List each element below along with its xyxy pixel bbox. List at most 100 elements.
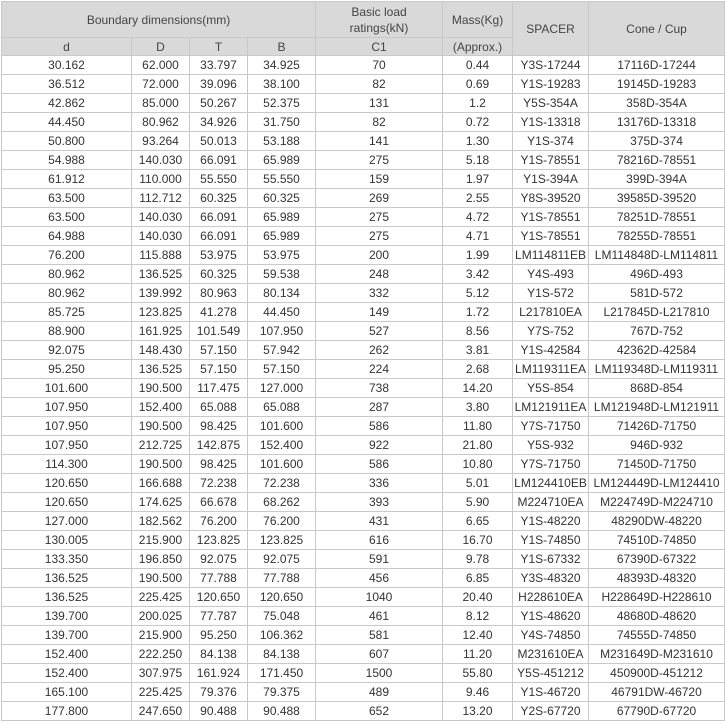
cell-c1: 607 [315, 644, 444, 664]
table-row: 80.962 139.992 80.963 80.134 332 5.12 Y1S-572 5… [1, 283, 725, 303]
cell-T: 90.488 [189, 701, 248, 721]
col-d-header: d [1, 37, 132, 56]
cell-spacer: Y7S-752 [512, 321, 590, 341]
cell-d: 120.650 [1, 473, 132, 493]
cell-cone-cup: 581D-572 [588, 283, 725, 303]
cell-B: 76.200 [246, 511, 317, 531]
cell-D: 112.712 [131, 188, 190, 208]
cell-T: 53.975 [189, 245, 248, 265]
cell-B: 57.942 [246, 340, 317, 360]
cell-mass: 11.80 [442, 416, 514, 436]
table-row: 63.500 140.030 66.091 65.989 275 4.72 Y1S-7855… [1, 207, 725, 227]
cell-c1: 336 [315, 473, 444, 493]
cell-d: 120.650 [1, 492, 132, 512]
cell-c1: 149 [315, 302, 444, 322]
cell-spacer: Y1S-78551 [512, 226, 590, 246]
cell-T: 72.238 [189, 473, 248, 493]
cell-d: 88.900 [1, 321, 132, 341]
cell-D: 215.900 [131, 530, 190, 550]
cell-d: 64.988 [1, 226, 132, 246]
cell-cone-cup: 946D-932 [588, 435, 725, 455]
cell-spacer: Y1S-13318 [512, 112, 590, 132]
cell-spacer: LM121911EA [512, 397, 590, 417]
cell-T: 57.150 [189, 340, 248, 360]
table-row: 107.950 152.400 65.088 65.088 287 3.80 LM12191… [1, 397, 725, 417]
table-row: 44.450 80.962 34.926 31.750 82 0.72 Y1S-13318 1… [1, 112, 725, 132]
cell-c1: 527 [315, 321, 444, 341]
cell-D: 140.030 [131, 150, 190, 170]
cell-D: 136.525 [131, 359, 190, 379]
cell-cone-cup: H228649D-H228610 [588, 587, 725, 607]
cell-spacer: Y1S-374 [512, 131, 590, 151]
cell-d: 50.800 [1, 131, 132, 151]
cell-B: 38.100 [246, 74, 317, 94]
table-row: 54.988 140.030 66.091 65.989 275 5.18 Y1S-7855… [1, 150, 725, 170]
cell-c1: 287 [315, 397, 444, 417]
cell-T: 76.200 [189, 511, 248, 531]
spacer-header: SPACER [512, 1, 590, 56]
cell-cone-cup: 67390D-67322 [588, 549, 725, 569]
cell-D: 80.962 [131, 112, 190, 132]
cell-cone-cup: 48290DW-48220 [588, 511, 725, 531]
cell-D: 62.000 [131, 55, 190, 75]
cell-cone-cup: 42362D-42584 [588, 340, 725, 360]
cell-T: 98.425 [189, 454, 248, 474]
cell-c1: 70 [315, 55, 444, 75]
cell-D: 115.888 [131, 245, 190, 265]
table-row: 136.525 225.425 120.650 120.650 1040 20.40 H22… [1, 587, 725, 607]
cell-D: 190.500 [131, 416, 190, 436]
cell-B: 68.262 [246, 492, 317, 512]
cell-d: 61.912 [1, 169, 132, 189]
cell-d: 152.400 [1, 663, 132, 683]
cell-mass: 21.80 [442, 435, 514, 455]
col-T-header: T [189, 37, 248, 56]
cell-T: 66.091 [189, 226, 248, 246]
cell-c1: 82 [315, 74, 444, 94]
cell-cone-cup: 46791DW-46720 [588, 682, 725, 702]
cell-mass: 1.2 [442, 93, 514, 113]
cell-c1: 393 [315, 492, 444, 512]
cell-T: 84.138 [189, 644, 248, 664]
cone-cup-header: Cone / Cup [588, 1, 725, 56]
cell-d: 101.600 [1, 378, 132, 398]
cell-D: 247.650 [131, 701, 190, 721]
cell-d: 42.862 [1, 93, 132, 113]
cell-c1: 141 [315, 131, 444, 151]
table-row: 152.400 222.250 84.138 84.138 607 11.20 M23161… [1, 644, 725, 664]
cell-B: 59.538 [246, 264, 317, 284]
cell-c1: 586 [315, 416, 444, 436]
table-row: 95.250 136.525 57.150 57.150 224 2.68 LM119311… [1, 359, 725, 379]
cell-d: 80.962 [1, 283, 132, 303]
cell-spacer: L217810EA [512, 302, 590, 322]
cell-mass: 20.40 [442, 587, 514, 607]
cell-mass: 11.20 [442, 644, 514, 664]
cell-mass: 2.55 [442, 188, 514, 208]
cell-B: 79.375 [246, 682, 317, 702]
cell-T: 50.013 [189, 131, 248, 151]
cell-B: 65.989 [246, 226, 317, 246]
cell-c1: 332 [315, 283, 444, 303]
cell-D: 72.000 [131, 74, 190, 94]
cell-d: 95.250 [1, 359, 132, 379]
cell-c1: 131 [315, 93, 444, 113]
cell-T: 80.963 [189, 283, 248, 303]
cell-mass: 1.30 [442, 131, 514, 151]
cell-d: 114.300 [1, 454, 132, 474]
cell-c1: 275 [315, 150, 444, 170]
cell-cone-cup: LM119348D-LM119311 [588, 359, 725, 379]
cell-spacer: Y1S-74850 [512, 530, 590, 550]
table-row: 85.725 123.825 41.278 44.450 149 1.72 L217810E… [1, 302, 725, 322]
cell-T: 55.550 [189, 169, 248, 189]
cell-c1: 224 [315, 359, 444, 379]
cell-d: 152.400 [1, 644, 132, 664]
basic-load-ratings-header: Basic load ratings(kN) [315, 1, 444, 38]
table-row: 114.300 190.500 98.425 101.600 586 10.80 Y7S-7… [1, 454, 725, 474]
table-row: 165.100 225.425 79.376 79.375 489 9.46 Y1S-467… [1, 682, 725, 702]
cell-B: 53.188 [246, 131, 317, 151]
cell-T: 60.325 [189, 188, 248, 208]
cell-D: 166.688 [131, 473, 190, 493]
cell-D: 152.400 [131, 397, 190, 417]
cell-mass: 8.12 [442, 606, 514, 626]
cell-spacer: LM124410EB [512, 473, 590, 493]
cell-mass: 9.46 [442, 682, 514, 702]
